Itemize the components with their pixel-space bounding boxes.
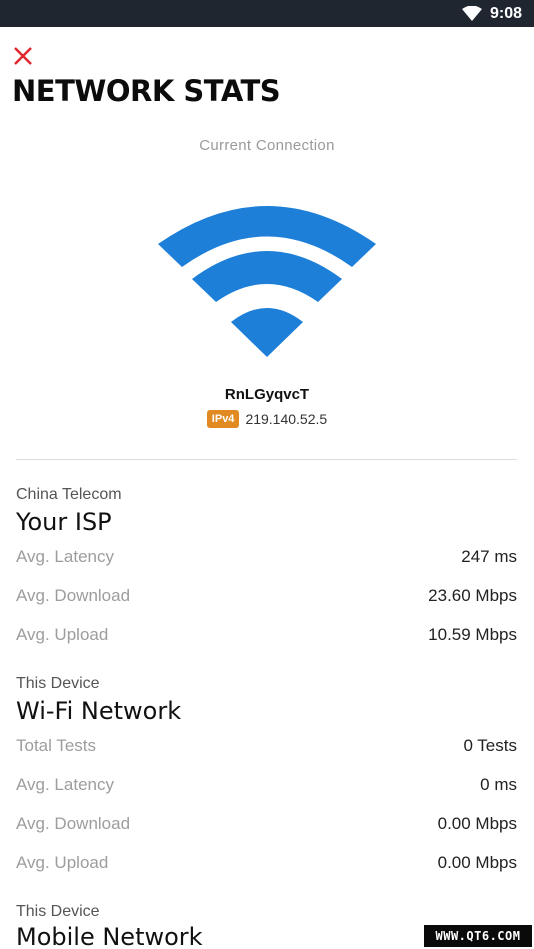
ip-row: IPv4 219.140.52.5 [0, 410, 534, 428]
row-label: Total Tests [16, 736, 97, 755]
row-value: 23.60 Mbps [428, 586, 517, 605]
isp-upload-row: Avg. Upload 10.59 Mbps [16, 623, 517, 647]
row-label: Avg. Upload [16, 853, 109, 872]
ip-address: 219.140.52.5 [245, 411, 328, 427]
wifi-section-title: Wi-Fi Network [16, 697, 182, 725]
status-bar: 9:08 [0, 0, 534, 27]
isp-name: China Telecom [16, 486, 122, 503]
watermark: WWW.QT6.COM [424, 925, 532, 947]
row-value: 10.59 Mbps [428, 625, 517, 644]
status-time: 9:08 [489, 4, 522, 22]
row-label: Avg. Upload [16, 625, 109, 644]
network-ssid: RnLGyqvcT [224, 386, 310, 403]
mobile-section-title: Mobile Network [16, 923, 203, 949]
wifi-total-tests-row: Total Tests 0 Tests [16, 734, 517, 758]
wifi-download-row: Avg. Download 0.00 Mbps [16, 812, 517, 836]
isp-latency-row: Avg. Latency 247 ms [16, 545, 517, 569]
row-label: Avg. Latency [16, 775, 114, 794]
row-label: Avg. Download [16, 586, 131, 605]
wifi-subtitle: This Device [16, 675, 100, 692]
wifi-upload-row: Avg. Upload 0.00 Mbps [16, 851, 517, 875]
isp-download-row: Avg. Download 23.60 Mbps [16, 584, 517, 608]
isp-section-title: Your ISP [16, 508, 112, 536]
divider [16, 459, 517, 460]
row-value: 0 Tests [463, 736, 517, 755]
row-value: 0 ms [480, 775, 517, 794]
close-icon[interactable] [12, 45, 34, 67]
wifi-latency-row: Avg. Latency 0 ms [16, 773, 517, 797]
current-connection-label: Current Connection [199, 137, 335, 154]
ip-type-badge: IPv4 [206, 410, 240, 428]
row-label: Avg. Latency [16, 547, 114, 566]
wifi-signal-icon [158, 206, 376, 357]
wifi-icon [461, 5, 482, 21]
page-title: NETWORK STATS [12, 74, 281, 108]
row-value: 0.00 Mbps [437, 853, 517, 872]
row-label: Avg. Download [16, 814, 131, 833]
mobile-subtitle: This Device [16, 903, 100, 920]
row-value: 247 ms [461, 547, 517, 566]
row-value: 0.00 Mbps [437, 814, 517, 833]
